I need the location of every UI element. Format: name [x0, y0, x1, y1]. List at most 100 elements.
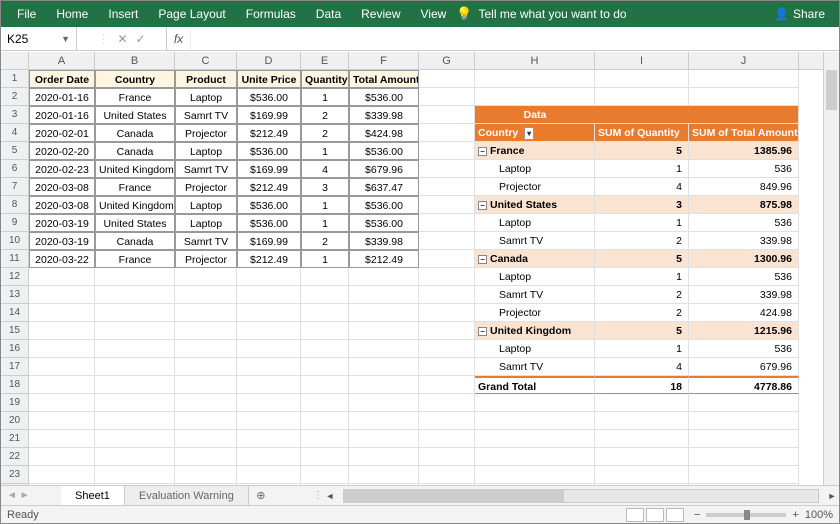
cell[interactable]: Samrt TV [175, 160, 237, 178]
cell[interactable]: Projector [175, 124, 237, 142]
cell[interactable] [689, 412, 799, 430]
col-header-H[interactable]: H [475, 52, 595, 69]
tab-formulas[interactable]: Formulas [236, 1, 306, 27]
cell[interactable] [301, 340, 349, 358]
cell[interactable]: Country ▾ [475, 124, 595, 142]
cell[interactable] [175, 394, 237, 412]
cell[interactable] [301, 322, 349, 340]
cell[interactable] [689, 430, 799, 448]
cell[interactable]: Samrt TV [175, 106, 237, 124]
cell[interactable]: 679.96 [689, 358, 799, 376]
cell[interactable]: France [95, 88, 175, 106]
cell[interactable]: Product [175, 70, 237, 88]
cell[interactable] [595, 70, 689, 88]
cell[interactable]: Laptop [475, 268, 595, 286]
cell[interactable]: 2 [595, 286, 689, 304]
cell[interactable] [29, 448, 95, 466]
cell[interactable]: 2 [301, 232, 349, 250]
cell[interactable] [349, 322, 419, 340]
cell[interactable]: 1 [301, 250, 349, 268]
cell[interactable] [95, 358, 175, 376]
cell[interactable]: 2020-03-08 [29, 178, 95, 196]
cell[interactable]: Canada [95, 142, 175, 160]
cell[interactable]: 1 [595, 160, 689, 178]
cell[interactable]: Projector [175, 178, 237, 196]
cell[interactable]: $212.49 [349, 250, 419, 268]
cell[interactable] [475, 466, 595, 484]
cell[interactable] [419, 466, 475, 484]
cell[interactable] [595, 430, 689, 448]
chevron-down-icon[interactable]: ▼ [61, 34, 70, 44]
cell[interactable]: 3 [301, 178, 349, 196]
cell[interactable]: 1 [301, 142, 349, 160]
cell[interactable] [419, 304, 475, 322]
cell[interactable] [419, 142, 475, 160]
tab-page-layout[interactable]: Page Layout [148, 1, 235, 27]
cell[interactable]: 1 [595, 214, 689, 232]
cell[interactable] [349, 376, 419, 394]
cell[interactable] [301, 412, 349, 430]
cell[interactable]: Samrt TV [175, 232, 237, 250]
row-header[interactable]: 15 [1, 322, 29, 340]
cell[interactable]: 2 [301, 106, 349, 124]
cell[interactable] [301, 448, 349, 466]
cell[interactable]: −United States [475, 196, 595, 214]
row-header[interactable]: 19 [1, 394, 29, 412]
row-header[interactable]: 10 [1, 232, 29, 250]
cell[interactable]: $339.98 [349, 106, 419, 124]
collapse-icon[interactable]: − [478, 255, 487, 264]
scrollbar-thumb[interactable] [826, 70, 837, 110]
cell[interactable]: Laptop [175, 88, 237, 106]
cell[interactable]: Laptop [475, 340, 595, 358]
cell[interactable] [95, 430, 175, 448]
cell[interactable]: $536.00 [237, 142, 301, 160]
cell[interactable] [419, 394, 475, 412]
cell[interactable]: Laptop [475, 160, 595, 178]
cell[interactable] [349, 268, 419, 286]
name-box[interactable]: K25 ▼ [1, 27, 77, 50]
cell[interactable] [237, 430, 301, 448]
cell[interactable]: 2020-01-16 [29, 88, 95, 106]
fx-icon[interactable]: fx [167, 27, 191, 50]
row-header[interactable]: 8 [1, 196, 29, 214]
cell[interactable] [95, 340, 175, 358]
cell[interactable]: −Canada [475, 250, 595, 268]
add-sheet-button[interactable]: ⊕ [249, 489, 273, 502]
cell[interactable]: Order Date [29, 70, 95, 88]
cell[interactable]: 1 [301, 88, 349, 106]
cell[interactable] [29, 268, 95, 286]
tab-file[interactable]: File [7, 1, 46, 27]
cell[interactable] [419, 448, 475, 466]
cell[interactable] [419, 160, 475, 178]
cell[interactable] [29, 286, 95, 304]
cell[interactable]: United States [95, 106, 175, 124]
cell[interactable]: Projector [175, 250, 237, 268]
cell[interactable] [95, 394, 175, 412]
cell[interactable] [595, 394, 689, 412]
cell[interactable] [237, 394, 301, 412]
cell[interactable] [595, 106, 689, 124]
cell[interactable] [175, 430, 237, 448]
cell[interactable]: $536.00 [349, 142, 419, 160]
cell[interactable]: 2020-02-01 [29, 124, 95, 142]
cell[interactable] [175, 286, 237, 304]
cell[interactable] [237, 340, 301, 358]
cell[interactable] [237, 412, 301, 430]
row-header[interactable]: 14 [1, 304, 29, 322]
cell[interactable] [475, 412, 595, 430]
cell[interactable]: Quantity [301, 70, 349, 88]
cell[interactable]: 1 [595, 268, 689, 286]
cell[interactable]: United Kingdom [95, 196, 175, 214]
row-header[interactable]: 22 [1, 448, 29, 466]
col-header-G[interactable]: G [419, 52, 475, 69]
col-header-I[interactable]: I [595, 52, 689, 69]
cell[interactable] [301, 286, 349, 304]
cell[interactable] [29, 376, 95, 394]
cell[interactable] [419, 376, 475, 394]
cell[interactable] [349, 340, 419, 358]
cell[interactable]: $339.98 [349, 232, 419, 250]
cell[interactable] [419, 196, 475, 214]
cell[interactable]: 1 [595, 340, 689, 358]
cell[interactable] [175, 322, 237, 340]
cell[interactable]: France [95, 178, 175, 196]
